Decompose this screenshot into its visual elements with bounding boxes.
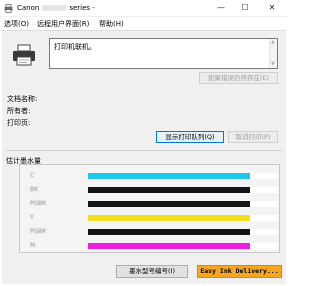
model-name-redacted <box>42 5 67 11</box>
ink-name: BK <box>30 186 39 193</box>
ink-name: Y <box>30 214 34 221</box>
ink-track <box>88 229 278 235</box>
ink-track <box>88 201 278 207</box>
ink-name: M <box>30 242 36 249</box>
show-print-queue-button[interactable]: 显示打印队列(Q) <box>156 131 224 143</box>
status-message-box: 打印机联机。 ▲ ▼ <box>49 38 278 69</box>
ink-row: C <box>20 170 279 181</box>
ink-level-bar <box>88 201 250 207</box>
ink-level-bar <box>88 173 250 179</box>
title-bar: Canon series - — ☐ ✕ <box>0 0 288 17</box>
printing-page-label: 打印页: <box>7 119 31 127</box>
status-message: 打印机联机。 <box>54 43 96 51</box>
status-scrollbar[interactable]: ▲ ▼ <box>269 39 277 68</box>
owner-label: 所有者: <box>7 107 31 115</box>
menu-help[interactable]: 帮助(H) <box>99 19 124 29</box>
scroll-up-icon[interactable]: ▲ <box>271 40 275 45</box>
ink-model-number-button[interactable]: 墨水型号编号(I) <box>116 265 188 278</box>
ink-name: PGBK <box>30 228 47 235</box>
ink-name: PGBK <box>30 200 47 207</box>
ink-name: C <box>30 172 35 179</box>
window-title-suffix: series - <box>69 4 95 12</box>
ink-row: BK <box>20 184 279 195</box>
ink-track <box>88 243 278 249</box>
menu-options[interactable]: 选项(O) <box>4 19 29 29</box>
section-divider <box>5 150 282 151</box>
document-name-label: 文档名称: <box>7 95 38 103</box>
menu-bar: 选项(O) 远程用户界面(R) 帮助(H) <box>0 17 288 30</box>
close-button[interactable]: ✕ <box>261 1 283 15</box>
ink-level-frame: C BK PGBK Y PGBK M <box>19 164 280 253</box>
ink-level-bar <box>88 243 250 249</box>
maximize-button[interactable]: ☐ <box>234 1 256 15</box>
window-title: Canon series - <box>17 4 95 12</box>
ink-level-bar <box>88 229 250 235</box>
scroll-down-icon[interactable]: ▼ <box>271 62 275 67</box>
ink-track <box>88 173 278 179</box>
cancel-printing-button[interactable]: 取消打印(P) <box>228 131 278 143</box>
minimize-button[interactable]: — <box>210 1 232 15</box>
printer-app-icon <box>4 4 13 13</box>
ink-level-bar <box>88 215 250 221</box>
ink-row: M <box>20 240 279 251</box>
ink-row: PGBK <box>20 198 279 209</box>
easy-ink-delivery-button[interactable]: Easy Ink Delivery... <box>197 265 282 278</box>
cancel-error-button[interactable]: 如果错误仍然存在(E) <box>199 72 278 84</box>
window-title-prefix: Canon <box>17 4 40 12</box>
ink-track <box>88 215 278 221</box>
ink-row: Y <box>20 212 279 223</box>
menu-remote-ui[interactable]: 远程用户界面(R) <box>37 19 89 29</box>
ink-track <box>88 187 278 193</box>
ink-level-bar <box>88 187 250 193</box>
printer-icon <box>13 44 35 66</box>
status-monitor-panel: 打印机联机。 ▲ ▼ 如果错误仍然存在(E) 文档名称: 所有者: 打印页: 显… <box>2 30 286 284</box>
ink-row: PGBK <box>20 226 279 237</box>
